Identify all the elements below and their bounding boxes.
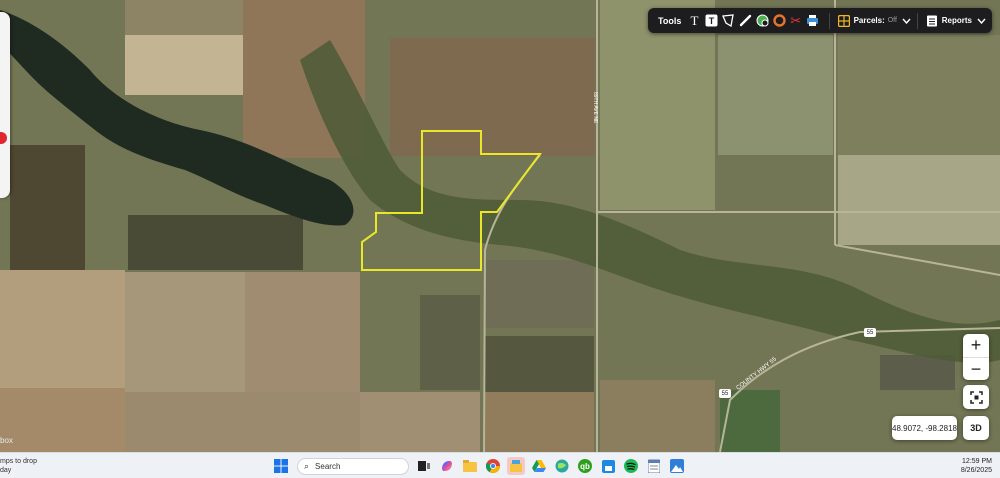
weather-text: mps to drop	[0, 458, 37, 465]
kindle-icon[interactable]	[599, 457, 617, 475]
map-imagery: COUNTY HWY 55 89TH AVE NE	[0, 0, 1000, 452]
task-view-icon[interactable]	[415, 457, 433, 475]
active-app-icon[interactable]	[507, 457, 525, 475]
text-box-icon[interactable]: T	[705, 13, 718, 28]
photos-icon[interactable]	[668, 457, 686, 475]
text-icon[interactable]: T	[688, 13, 700, 28]
fit-extent-button[interactable]	[963, 385, 989, 409]
satellite-map[interactable]: COUNTY HWY 55 89TH AVE NE 55 55 box	[0, 0, 1000, 452]
reports-dropdown[interactable]: Reports	[926, 15, 986, 27]
notification-badge	[0, 132, 7, 144]
windows-taskbar: mps to drop day ⌕ Search qb 12:59 PM 8/2…	[0, 452, 1000, 478]
notepad-icon[interactable]	[645, 457, 663, 475]
taskbar-search[interactable]: ⌕ Search	[297, 457, 409, 475]
chrome-icon[interactable]	[484, 457, 502, 475]
globe-icon[interactable]	[756, 13, 769, 28]
frame-icon	[969, 390, 983, 404]
svg-text:qb: qb	[580, 462, 590, 471]
browser-globe-icon[interactable]	[553, 457, 571, 475]
toolbar-divider	[916, 12, 918, 29]
avenue-label: 89TH AVE NE	[592, 92, 598, 124]
toolbar-divider	[828, 12, 830, 29]
copilot-icon[interactable]	[438, 457, 456, 475]
3d-toggle-button[interactable]: 3D	[963, 416, 989, 440]
reports-label: Reports	[941, 16, 972, 25]
tools-label: Tools	[658, 15, 682, 26]
pencil-icon[interactable]	[739, 13, 752, 28]
parcels-icon	[837, 14, 850, 27]
scissors-icon[interactable]: ✂	[790, 13, 802, 28]
reports-icon	[926, 15, 937, 26]
zoom-out-button[interactable]: −	[963, 357, 989, 380]
system-clock[interactable]: 12:59 PM 8/26/2025	[961, 457, 992, 475]
chevron-down-icon	[977, 18, 986, 24]
chevron-down-icon	[902, 18, 911, 24]
parcels-dropdown[interactable]: Parcels: Off	[837, 14, 911, 27]
zoom-in-button[interactable]: +	[963, 334, 989, 357]
map-attribution: box	[0, 436, 13, 445]
parcels-label: Parcels:	[853, 16, 885, 25]
ring-icon[interactable]	[772, 13, 786, 28]
road-shield-1: 55	[864, 328, 876, 337]
coordinates-readout: 48.9072, -98.2818	[892, 416, 957, 440]
polygon-icon[interactable]	[721, 13, 735, 28]
spotify-icon[interactable]	[622, 457, 640, 475]
zoom-control: + −	[963, 334, 989, 380]
weather-widget[interactable]: mps to drop day	[0, 457, 37, 475]
clock-date: 8/26/2025	[960, 467, 992, 474]
search-icon: ⌕	[304, 460, 310, 471]
quickbooks-icon[interactable]: qb	[576, 457, 594, 475]
file-explorer-icon[interactable]	[461, 457, 479, 475]
windows-start-icon[interactable]	[272, 457, 290, 475]
side-panel-collapsed[interactable]	[0, 12, 10, 198]
road-shield-2: 55	[719, 389, 731, 398]
google-drive-icon[interactable]	[530, 457, 548, 475]
map-toolbar: Tools T T ✂ Parcels: Off Reports	[648, 8, 992, 33]
clock-time: 12:59 PM	[962, 458, 992, 465]
print-icon[interactable]	[806, 13, 819, 28]
parcels-state: Off	[887, 17, 897, 24]
search-placeholder: Search	[315, 461, 341, 471]
weather-subtext: day	[0, 467, 12, 474]
svg-text:T: T	[708, 16, 714, 26]
